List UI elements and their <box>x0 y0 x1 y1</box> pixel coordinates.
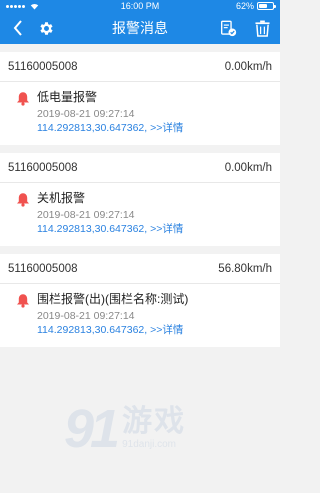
alarm-card[interactable]: 51160005008 56.80km/h 围栏报警(出)(围栏名称:测试) 2… <box>0 254 280 347</box>
app-header: 16:00 PM 62% 报警消息 <box>0 0 280 44</box>
settings-button[interactable] <box>34 16 58 40</box>
nav-actions <box>216 16 274 40</box>
alarm-info: 围栏报警(出)(围栏名称:测试) 2019-08-21 09:27:14 114… <box>37 292 272 339</box>
signal-icon <box>6 4 25 8</box>
alarm-time: 2019-08-21 09:27:14 <box>37 209 135 221</box>
bell-icon <box>16 292 30 339</box>
alarm-card-header: 51160005008 56.80km/h <box>0 254 280 284</box>
delete-button[interactable] <box>250 16 274 40</box>
speed: 0.00km/h <box>224 161 272 174</box>
watermark-url: 91danji.com <box>122 439 176 450</box>
alarm-card[interactable]: 51160005008 0.00km/h 关机报警 2019-08-21 09:… <box>0 153 280 246</box>
location-link[interactable]: 114.292813,30.647362, >>详情 <box>37 121 272 135</box>
alarm-card-body: 低电量报警 2019-08-21 09:27:14 114.292813,30.… <box>0 82 280 145</box>
watermark-digits: 91 <box>64 399 120 459</box>
location-link[interactable]: 114.292813,30.647362, >>详情 <box>37 323 272 337</box>
alarm-card[interactable]: 51160005008 0.00km/h 低电量报警 2019-08-21 09… <box>0 52 280 145</box>
speed: 56.80km/h <box>218 262 272 275</box>
alarm-card-header: 51160005008 0.00km/h <box>0 153 280 183</box>
alarm-list: 51160005008 0.00km/h 低电量报警 2019-08-21 09… <box>0 52 280 347</box>
alarm-time: 2019-08-21 09:27:14 <box>37 310 135 322</box>
speed: 0.00km/h <box>224 60 272 73</box>
location-link[interactable]: 114.292813,30.647362, >>详情 <box>37 222 272 236</box>
gear-icon <box>39 21 53 35</box>
alarm-info: 低电量报警 2019-08-21 09:27:14 114.292813,30.… <box>37 90 272 137</box>
bell-icon <box>16 191 30 238</box>
nav-bar: 报警消息 <box>0 12 280 44</box>
mark-read-button[interactable] <box>216 16 240 40</box>
trash-icon <box>254 20 270 37</box>
back-button[interactable] <box>6 16 30 40</box>
alarm-type: 围栏报警(出)(围栏名称:测试) <box>37 292 189 306</box>
wifi-icon <box>30 3 39 9</box>
bell-icon <box>16 90 30 137</box>
battery-fill <box>259 4 268 8</box>
watermark-logo: 91 游戏 91danji.com <box>64 402 186 456</box>
watermark-text: 游戏 91danji.com <box>122 407 186 451</box>
status-left <box>6 3 39 10</box>
battery-icon <box>257 2 276 10</box>
document-check-icon <box>220 20 236 36</box>
alarm-time: 2019-08-21 09:27:14 <box>37 108 135 120</box>
alarm-card-body: 围栏报警(出)(围栏名称:测试) 2019-08-21 09:27:14 114… <box>0 284 280 347</box>
device-id: 51160005008 <box>8 262 78 275</box>
status-right: 62% <box>235 1 276 11</box>
alarm-type: 低电量报警 <box>37 90 98 104</box>
watermark-name: 游戏 <box>122 405 187 438</box>
alarm-type: 关机报警 <box>37 191 86 205</box>
device-id: 51160005008 <box>8 161 78 174</box>
chevron-left-icon <box>13 20 22 36</box>
status-bar: 16:00 PM 62% <box>0 0 280 12</box>
alarm-card-header: 51160005008 0.00km/h <box>0 52 280 82</box>
device-id: 51160005008 <box>8 60 78 73</box>
alarm-card-body: 关机报警 2019-08-21 09:27:14 114.292813,30.6… <box>0 183 280 246</box>
alarm-info: 关机报警 2019-08-21 09:27:14 114.292813,30.6… <box>37 191 272 238</box>
battery-percent: 62% <box>235 1 254 11</box>
